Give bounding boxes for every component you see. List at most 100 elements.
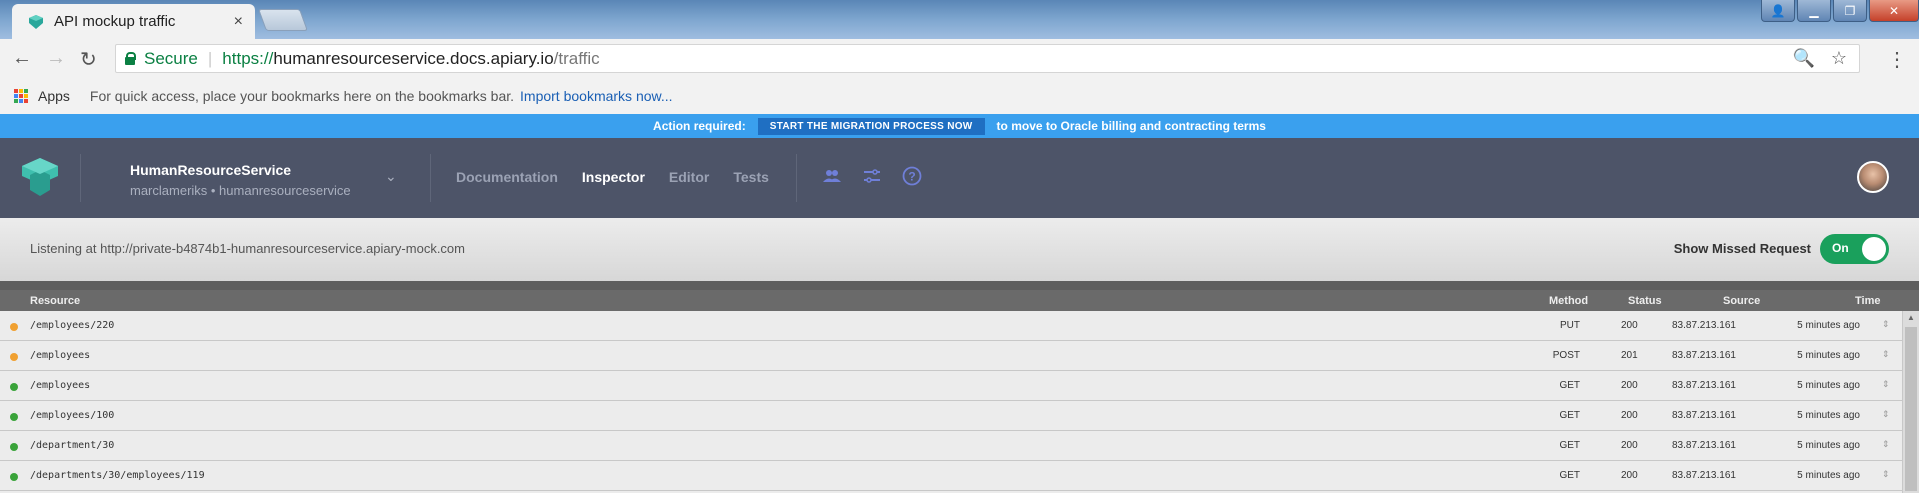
user-icon[interactable]: 👤 xyxy=(1761,0,1795,22)
bookmark-star-icon[interactable]: ☆ xyxy=(1831,48,1847,69)
cell-time: 5 minutes ago xyxy=(1797,470,1860,481)
scroll-up-arrow-icon[interactable]: ▲ xyxy=(1907,313,1915,322)
toggle-state-label: On xyxy=(1832,241,1849,255)
project-name[interactable]: HumanResourceService xyxy=(130,162,291,178)
expand-icon[interactable]: ⇕ xyxy=(1882,409,1890,420)
import-bookmarks-link[interactable]: Import bookmarks now... xyxy=(520,88,673,104)
expand-icon[interactable]: ⇕ xyxy=(1882,379,1890,390)
cell-source: 83.87.213.161 xyxy=(1672,320,1736,331)
forward-arrow-icon[interactable]: → xyxy=(46,47,66,70)
cell-status: 200 xyxy=(1621,320,1638,331)
minimize-icon[interactable]: ▁ xyxy=(1797,0,1831,22)
cell-resource: /employees/220 xyxy=(30,320,115,331)
expand-icon[interactable]: ⇕ xyxy=(1882,349,1890,360)
show-missed-toggle[interactable]: On xyxy=(1820,234,1889,264)
header-tools: ? xyxy=(822,166,922,186)
browser-toolbar: ← → ↻ Secure | https:// humanresourceser… xyxy=(0,39,1919,78)
table-row[interactable]: /departments/30/employees/119 GET 200 83… xyxy=(0,461,1902,491)
col-method[interactable]: Method xyxy=(1549,295,1588,307)
new-tab-button[interactable] xyxy=(257,9,309,31)
address-bar[interactable]: Secure | https:// humanresourceservice.d… xyxy=(115,44,1860,73)
expand-icon[interactable]: ⇕ xyxy=(1882,469,1890,480)
restore-icon[interactable]: ❐ xyxy=(1833,0,1867,22)
table-row[interactable]: /department/30 GET 200 83.87.213.161 5 m… xyxy=(0,431,1902,461)
cell-method: POST xyxy=(1552,350,1580,361)
nav-inspector[interactable]: Inspector xyxy=(582,169,645,185)
scroll-thumb[interactable] xyxy=(1905,327,1917,491)
url-host: humanresourceservice.docs.apiary.io xyxy=(273,48,554,68)
app-header: HumanResourceService marclameriks • huma… xyxy=(0,138,1919,218)
listening-bar: Listening at http://private-b4874b1-huma… xyxy=(0,218,1919,281)
cell-status: 201 xyxy=(1621,350,1638,361)
cell-resource: /department/30 xyxy=(30,440,115,451)
col-resource[interactable]: Resource xyxy=(30,295,80,307)
cell-status: 200 xyxy=(1621,380,1638,391)
cell-time: 5 minutes ago xyxy=(1797,320,1860,331)
avatar[interactable] xyxy=(1857,161,1889,193)
cell-source: 83.87.213.161 xyxy=(1672,440,1736,451)
cell-source: 83.87.213.161 xyxy=(1672,410,1736,421)
cell-resource: /employees xyxy=(30,380,91,391)
status-dot xyxy=(10,443,18,451)
settings-sliders-icon[interactable] xyxy=(862,166,882,186)
cell-status: 200 xyxy=(1621,410,1638,421)
lock-icon xyxy=(125,52,136,65)
cell-source: 83.87.213.161 xyxy=(1672,470,1736,481)
browser-titlebar: API mockup traffic × 👤 ▁ ❐ ✕ xyxy=(0,0,1919,39)
table-scrollbar[interactable]: ▲ xyxy=(1902,311,1919,493)
apiary-logo-icon[interactable] xyxy=(20,156,60,198)
cell-resource: /employees/100 xyxy=(30,410,115,421)
expand-icon[interactable]: ⇕ xyxy=(1882,439,1890,450)
cell-source: 83.87.213.161 xyxy=(1672,380,1736,391)
apiary-favicon-icon xyxy=(29,14,43,29)
bookmarks-prompt: For quick access, place your bookmarks h… xyxy=(89,88,515,104)
banner-message: to move to Oracle billing and contractin… xyxy=(996,119,1266,133)
cell-resource: /departments/30/employees/119 xyxy=(30,470,205,481)
col-time[interactable]: Time xyxy=(1855,295,1880,307)
cell-source: 83.87.213.161 xyxy=(1672,350,1736,361)
toggle-knob xyxy=(1862,237,1886,261)
help-icon[interactable]: ? xyxy=(902,166,922,186)
bookmarks-bar: Apps For quick access, place your bookma… xyxy=(0,78,1919,114)
nav-documentation[interactable]: Documentation xyxy=(456,169,558,185)
cell-time: 5 minutes ago xyxy=(1797,410,1860,421)
tab-close-icon[interactable]: × xyxy=(234,13,243,31)
nav-editor[interactable]: Editor xyxy=(669,169,709,185)
zoom-icon[interactable]: 🔍 xyxy=(1792,48,1814,69)
team-icon[interactable] xyxy=(822,166,842,186)
apps-link[interactable]: Apps xyxy=(38,88,70,104)
apps-grid-icon[interactable] xyxy=(14,89,28,103)
header-divider xyxy=(80,154,81,202)
project-subtitle: marclameriks • humanresourceservice xyxy=(130,183,351,198)
table-row[interactable]: /employees POST 201 83.87.213.161 5 minu… xyxy=(0,341,1902,371)
main-nav: Documentation Inspector Editor Tests xyxy=(456,169,769,185)
status-dot xyxy=(10,473,18,481)
show-missed-label: Show Missed Request xyxy=(1673,241,1811,256)
cell-method: PUT xyxy=(1560,320,1580,331)
status-dot xyxy=(10,323,18,331)
table-row[interactable]: /employees/100 GET 200 83.87.213.161 5 m… xyxy=(0,401,1902,431)
omnibox-actions: 🔍 ☆ xyxy=(1792,48,1847,69)
banner-label: Action required: xyxy=(653,119,746,133)
close-window-icon[interactable]: ✕ xyxy=(1869,0,1919,22)
back-arrow-icon[interactable]: ← xyxy=(12,47,32,70)
start-migration-button[interactable]: START THE MIGRATION PROCESS NOW xyxy=(757,117,985,135)
col-source[interactable]: Source xyxy=(1723,295,1760,307)
tab-title: API mockup traffic xyxy=(54,13,176,30)
reload-icon[interactable]: ↻ xyxy=(80,47,97,72)
window-controls: 👤 ▁ ❐ ✕ xyxy=(1759,0,1919,22)
status-dot xyxy=(10,413,18,421)
cell-status: 200 xyxy=(1621,440,1638,451)
expand-icon[interactable]: ⇕ xyxy=(1882,319,1890,330)
col-status[interactable]: Status xyxy=(1628,295,1662,307)
browser-tab[interactable]: API mockup traffic × xyxy=(12,4,255,39)
cell-method: GET xyxy=(1559,410,1580,421)
nav-tests[interactable]: Tests xyxy=(733,169,769,185)
table-top-strip xyxy=(0,281,1919,290)
table-row[interactable]: /employees GET 200 83.87.213.161 5 minut… xyxy=(0,371,1902,401)
listening-url: Listening at http://private-b4874b1-huma… xyxy=(30,241,465,256)
chrome-menu-icon[interactable]: ⋮ xyxy=(1887,47,1907,72)
table-row[interactable]: /employees/220 PUT 200 83.87.213.161 5 m… xyxy=(0,311,1902,341)
url-path: /traffic xyxy=(553,48,600,68)
chevron-down-icon[interactable]: ⌄ xyxy=(385,168,397,185)
